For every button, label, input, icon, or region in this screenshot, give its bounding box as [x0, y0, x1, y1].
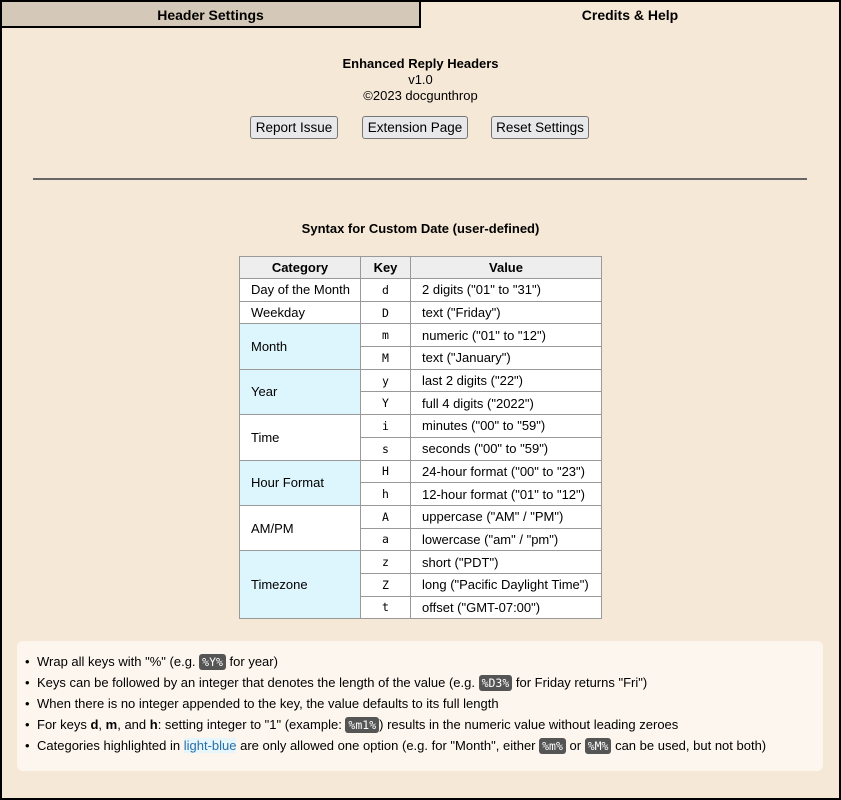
category-cell: AM/PM: [239, 504, 361, 552]
value-cell: last 2 digits ("22"): [410, 368, 602, 393]
notes-list: Wrap all keys with "%" (e.g. %Y% for yea…: [25, 651, 766, 756]
key-cell: t: [360, 595, 411, 620]
key-cell: s: [360, 436, 411, 461]
column-header-value: Value: [410, 256, 602, 279]
reset-settings-button[interactable]: Reset Settings: [491, 116, 589, 139]
key-cell: D: [360, 300, 411, 325]
category-cell: Timezone: [239, 550, 361, 620]
category-cell: Hour Format: [239, 459, 361, 506]
value-cell: offset ("GMT-07:00"): [410, 595, 602, 620]
note-item: Categories highlighted in light-blue are…: [25, 735, 766, 756]
value-cell: seconds ("00" to "59"): [410, 436, 602, 461]
key-cell: m: [360, 323, 411, 348]
app-version: v1.0: [408, 72, 433, 87]
value-cell: text ("January"): [410, 346, 602, 370]
category-cell: Month: [239, 323, 361, 370]
value-cell: 2 digits ("01" to "31"): [410, 278, 602, 302]
category-cell: Weekday: [239, 300, 361, 325]
key-cell: Y: [360, 391, 411, 416]
app-title: Enhanced Reply Headers: [342, 56, 499, 71]
key-cell: a: [360, 527, 411, 552]
key-cell: d: [360, 278, 411, 302]
code-snippet: %M%: [584, 738, 612, 754]
value-cell: long ("Pacific Daylight Time"): [410, 572, 602, 597]
note-item: When there is no integer appended to the…: [25, 693, 766, 714]
key-cell: A: [360, 504, 411, 529]
syntax-title: Syntax for Custom Date (user-defined): [301, 221, 540, 236]
value-cell: 12-hour format ("01" to "12"): [410, 482, 602, 506]
value-cell: short ("PDT"): [410, 550, 602, 574]
category-cell: Year: [239, 368, 361, 416]
table-row: Day of the Month d 2 digits ("01" to "31…: [239, 278, 602, 302]
tab-bar: Header Settings Credits & Help: [2, 2, 839, 28]
note-item: Keys can be followed by an integer that …: [25, 672, 766, 693]
report-issue-button[interactable]: Report Issue: [250, 116, 338, 139]
table-row: Weekday D text ("Friday"): [239, 300, 602, 325]
value-cell: full 4 digits ("2022"): [410, 391, 602, 416]
tab-header-settings[interactable]: Header Settings: [2, 2, 421, 28]
extension-page-button[interactable]: Extension Page: [362, 116, 468, 139]
key-cell: z: [360, 550, 411, 574]
tab-credits-help[interactable]: Credits & Help: [421, 2, 839, 28]
table-row: Month m numeric ("01" to "12"): [239, 323, 602, 370]
table-row: AM/PM A uppercase ("AM" / "PM"): [239, 504, 602, 552]
key-cell: y: [360, 368, 411, 393]
value-cell: text ("Friday"): [410, 300, 602, 325]
key-cell: Z: [360, 572, 411, 597]
divider: [33, 178, 807, 180]
app-copyright: ©2023 docgunthrop: [363, 88, 478, 103]
table-row: Timezone z short ("PDT"): [239, 550, 602, 620]
category-cell: Day of the Month: [239, 278, 361, 302]
syntax-table: Category Key Value Day of the Month d 2 …: [239, 256, 602, 620]
table-row: Time i minutes ("00" to "59"): [239, 414, 602, 461]
key-cell: M: [360, 346, 411, 370]
value-cell: numeric ("01" to "12"): [410, 323, 602, 348]
table-header-row: Category Key Value: [239, 256, 602, 279]
table-row: Hour Format H 24-hour format ("00" to "2…: [239, 459, 602, 506]
category-cell: Time: [239, 414, 361, 461]
code-snippet: %Y%: [199, 654, 226, 670]
column-header-key: Key: [360, 256, 411, 279]
note-item: For keys d, m, and h: setting integer to…: [25, 714, 766, 735]
value-cell: 24-hour format ("00" to "23"): [410, 459, 602, 484]
code-snippet: %m%: [539, 738, 566, 754]
key-cell: h: [360, 482, 411, 506]
key-cell: H: [360, 459, 411, 484]
table-row: Year y last 2 digits ("22"): [239, 368, 602, 416]
notes-panel: Wrap all keys with "%" (e.g. %Y% for yea…: [17, 641, 823, 771]
column-header-category: Category: [239, 256, 361, 279]
light-blue-highlight: light-blue: [183, 738, 237, 753]
value-cell: uppercase ("AM" / "PM"): [410, 504, 602, 529]
code-snippet: %m1%: [345, 717, 380, 733]
value-cell: minutes ("00" to "59"): [410, 414, 602, 438]
value-cell: lowercase ("am" / "pm"): [410, 527, 602, 552]
note-item: Wrap all keys with "%" (e.g. %Y% for yea…: [25, 651, 766, 672]
code-snippet: %D3%: [478, 675, 513, 691]
key-cell: i: [360, 414, 411, 438]
